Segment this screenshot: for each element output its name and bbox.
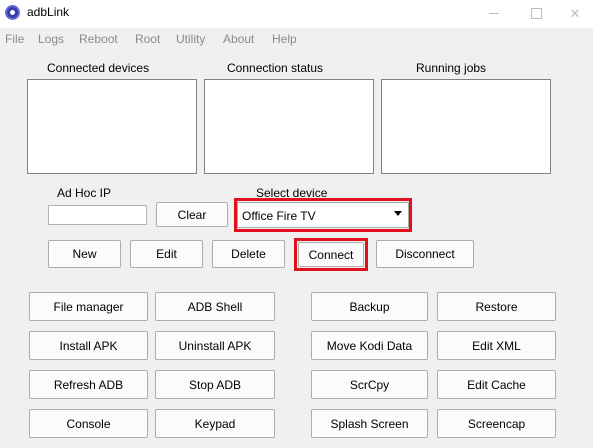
menu-bar: File Logs Reboot Root Utility About Help (0, 28, 593, 50)
running-jobs-label: Running jobs (416, 61, 487, 75)
move-kodi-data-button[interactable]: Move Kodi Data (311, 331, 428, 360)
delete-button[interactable]: Delete (212, 240, 285, 268)
adhoc-ip-label: Ad Hoc IP (57, 186, 112, 200)
edit-cache-button[interactable]: Edit Cache (437, 370, 556, 399)
menu-about[interactable]: About (223, 32, 254, 46)
menu-root[interactable]: Root (135, 32, 160, 46)
maximize-button[interactable] (516, 0, 556, 28)
clear-button[interactable]: Clear (156, 202, 228, 227)
disconnect-button[interactable]: Disconnect (376, 240, 474, 268)
connect-button-highlight (294, 238, 368, 271)
uninstall-apk-button[interactable]: Uninstall APK (155, 331, 275, 360)
close-button[interactable]: ✕ (555, 0, 593, 28)
stop-adb-button[interactable]: Stop ADB (155, 370, 275, 399)
keypad-button[interactable]: Keypad (155, 409, 275, 438)
restore-button[interactable]: Restore (437, 292, 556, 321)
minimize-button[interactable] (474, 0, 514, 28)
new-button[interactable]: New (48, 240, 121, 268)
device-select-highlight (234, 198, 412, 232)
file-manager-button[interactable]: File manager (29, 292, 148, 321)
menu-logs[interactable]: Logs (38, 32, 64, 46)
screencap-button[interactable]: Screencap (437, 409, 556, 438)
adhoc-ip-input[interactable] (48, 205, 147, 225)
menu-reboot[interactable]: Reboot (79, 32, 118, 46)
adb-shell-button[interactable]: ADB Shell (155, 292, 275, 321)
refresh-adb-button[interactable]: Refresh ADB (29, 370, 148, 399)
title-bar: adbLink ✕ (0, 0, 593, 28)
backup-button[interactable]: Backup (311, 292, 428, 321)
edit-button[interactable]: Edit (130, 240, 203, 268)
window-title: adbLink (27, 5, 70, 19)
menu-file[interactable]: File (5, 32, 24, 46)
running-jobs-list[interactable] (381, 79, 551, 174)
console-button[interactable]: Console (29, 409, 148, 438)
menu-utility[interactable]: Utility (176, 32, 205, 46)
edit-xml-button[interactable]: Edit XML (437, 331, 556, 360)
app-icon (5, 5, 20, 20)
connected-devices-list[interactable] (27, 79, 197, 174)
menu-help[interactable]: Help (272, 32, 297, 46)
install-apk-button[interactable]: Install APK (29, 331, 148, 360)
scrcpy-button[interactable]: ScrCpy (311, 370, 428, 399)
connection-status-label: Connection status (227, 61, 324, 75)
splash-screen-button[interactable]: Splash Screen (311, 409, 428, 438)
connection-status-box[interactable] (204, 79, 374, 174)
connected-devices-label: Connected devices (47, 61, 150, 75)
